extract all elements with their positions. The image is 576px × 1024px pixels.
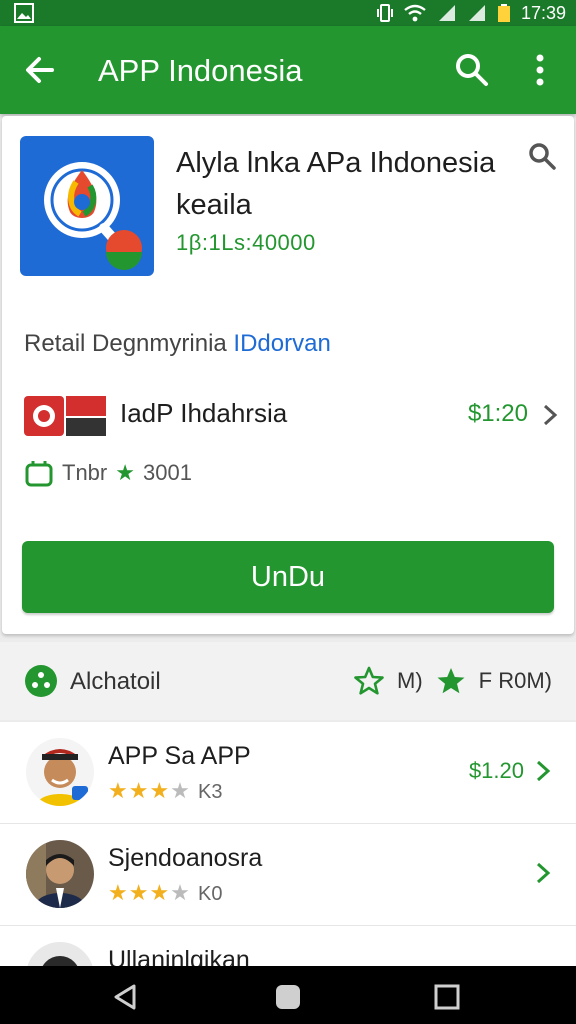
section-icon [25, 665, 57, 697]
home-nav-icon[interactable] [273, 982, 303, 1012]
item-rating: ★★★★ K3 [108, 778, 223, 803]
status-bar: 17:39 [0, 0, 576, 26]
section-action-1-label[interactable]: M) [397, 668, 423, 694]
back-nav-icon[interactable] [110, 982, 140, 1012]
avatar [26, 738, 94, 806]
back-arrow-icon[interactable] [20, 50, 60, 90]
rating-row: Tnbr ★ 3001 [24, 456, 192, 490]
section-label: Alchatoil [70, 668, 161, 695]
listing-price: $1:20 [467, 400, 528, 427]
avatar [26, 840, 94, 908]
recent-apps-icon[interactable] [432, 982, 462, 1012]
download-button[interactable]: UnDu [22, 541, 554, 613]
chevron-right-icon [543, 404, 558, 426]
item-price: $1.20 [468, 758, 524, 783]
image-notification-icon [14, 3, 34, 23]
item-title: APP Sa APP [108, 742, 251, 770]
listing-name: IadP Ihdahrsia [120, 398, 288, 428]
search-icon[interactable] [452, 50, 492, 90]
list-item[interactable]: Sjendoanosra ★★★★ K0 [0, 824, 576, 926]
clock: 17:39 [520, 2, 566, 23]
app-name: Alyla lnka APa Ihdonesia keaila [176, 147, 496, 221]
page-title: APP Indonesia [98, 53, 303, 88]
item-rating-text: K0 [198, 883, 223, 905]
detail-text: Retail Degnmyrinia [24, 330, 227, 357]
app-list: APP Sa APP ★★★★ K3 $1.20 Sjendoanosra ★★… [0, 722, 576, 966]
app-bar: APP Indonesia [0, 26, 576, 114]
section-actions: M) F R0M) [353, 664, 552, 698]
item-rating: ★★★★ K0 [108, 880, 223, 905]
section-header: Alchatoil M) F R0M) [0, 642, 576, 720]
section-action-2-label[interactable]: F R0M) [479, 668, 552, 694]
star-icon[interactable] [435, 665, 467, 697]
app-price: 1β:1Ls:40000 [176, 230, 316, 255]
listing-row[interactable]: IadP Ihdahrsia $1:20 [22, 390, 562, 440]
list-item[interactable]: Ullaninlgikan [0, 926, 576, 966]
signal-icon [438, 5, 455, 21]
app-detail-card: Alyla lnka APa Ihdonesia keaila 1β:1Ls:4… [2, 116, 574, 634]
star-icon: ★ [115, 460, 135, 485]
rating-label: Tnbr [62, 460, 108, 485]
navigation-bar [0, 966, 576, 1024]
store-icon [25, 461, 53, 487]
detail-line: Retail Degnmyrinia IDdorvan [24, 330, 331, 358]
list-item[interactable]: APP Sa APP ★★★★ K3 $1.20 [0, 722, 576, 824]
wifi-icon [404, 4, 426, 22]
app-logo-graphic [44, 162, 142, 270]
chevron-right-icon [536, 760, 551, 782]
signal-icon-2 [468, 5, 485, 21]
detail-link[interactable]: IDdorvan [233, 330, 330, 357]
search-icon[interactable] [526, 140, 558, 172]
more-options-icon[interactable] [526, 50, 554, 90]
star-outline-icon[interactable] [353, 665, 385, 697]
item-title: Ullaninlgikan [108, 946, 250, 966]
vibrate-icon [376, 4, 393, 22]
chevron-right-icon [536, 862, 551, 884]
rating-count: 3001 [142, 460, 192, 485]
item-rating-text: K3 [198, 781, 223, 803]
avatar [26, 942, 94, 966]
item-title: Sjendoanosra [108, 844, 263, 872]
listing-thumbnail-icon [22, 394, 108, 438]
app-logo [20, 136, 154, 276]
battery-icon [497, 4, 510, 22]
